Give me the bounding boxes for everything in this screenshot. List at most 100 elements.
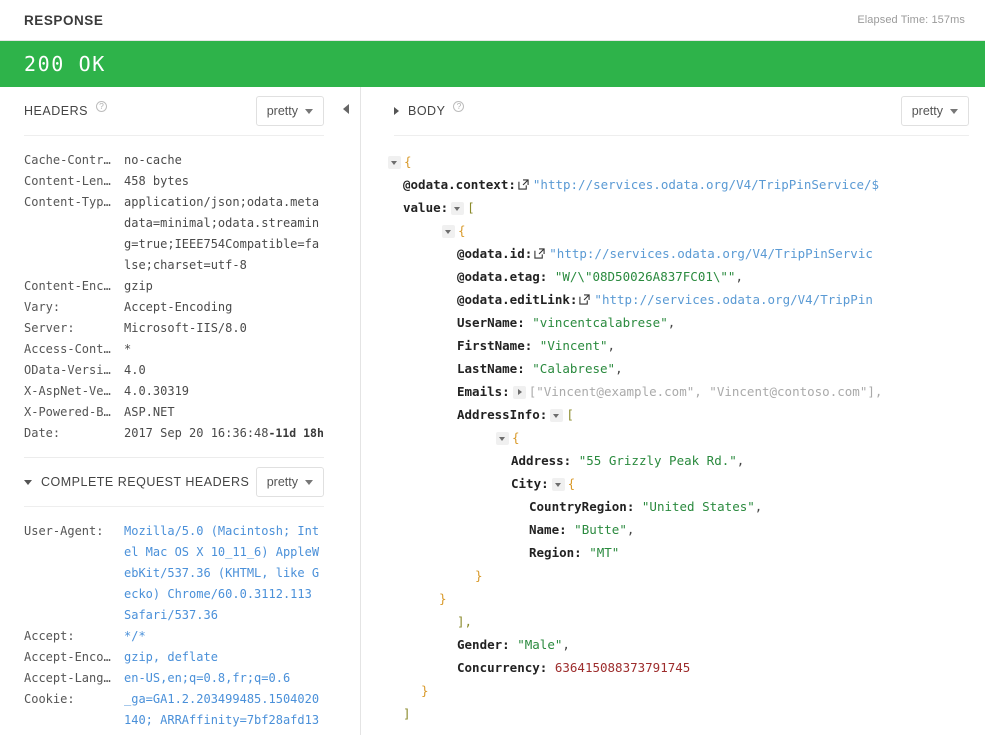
- header-value: no-cache: [124, 153, 182, 167]
- json-open-brace: {: [404, 154, 412, 169]
- json-comma: ,: [735, 269, 743, 284]
- json-value-concurrency: 636415088373791745: [554, 660, 691, 675]
- json-toggle-addressinfo[interactable]: [550, 409, 564, 422]
- json-open-bracket-value: [: [467, 200, 475, 215]
- json-value-odata-editlink[interactable]: "http://services.odata.org/V4/TripPin: [594, 292, 872, 307]
- header-row: Server: Microsoft-IIS/8.0: [24, 318, 337, 339]
- json-line-city: City: {: [385, 472, 985, 495]
- header-key: Vary:: [24, 300, 61, 314]
- json-toggle-item[interactable]: [442, 225, 455, 238]
- request-header-row: Accept-Lang… en-US,en;q=0.8,fr;q=0.6: [24, 668, 337, 689]
- request-header-value: en-US,en;q=0.8,fr;q=0.6: [124, 671, 291, 685]
- header-key: Content-Typ…: [24, 195, 111, 209]
- headers-format-dropdown[interactable]: pretty: [255, 96, 324, 126]
- header-key: OData-Versi…: [24, 363, 111, 377]
- header-row: Content-Enc… gzip: [24, 276, 337, 297]
- json-key-username: UserName:: [457, 315, 525, 330]
- header-key: Cache-Contr…: [24, 153, 111, 167]
- header-row: X-Powered-B… ASP.NET: [24, 402, 337, 423]
- request-header-value: gzip, deflate: [124, 650, 218, 664]
- status-banner: 200 OK: [0, 41, 985, 87]
- request-header-row: Cookie: _ga=GA1.2.203499485.1504020140; …: [24, 689, 337, 735]
- headers-format-label: pretty: [266, 104, 298, 118]
- chevron-down-icon: [305, 108, 313, 114]
- elapsed-time-label: Elapsed Time: 157ms: [857, 14, 965, 26]
- json-key-odata-editlink: @odata.editLink:: [457, 292, 578, 307]
- body-title: BODY: [408, 104, 446, 118]
- json-item-open-brace: {: [458, 223, 466, 238]
- response-viewer: RESPONSE Elapsed Time: 157ms 200 OK HEAD…: [0, 0, 985, 735]
- header-key: Access-Cont…: [24, 342, 111, 356]
- json-toggle-emails[interactable]: [512, 386, 526, 399]
- body-format-dropdown[interactable]: pretty: [900, 96, 969, 126]
- json-toggle-root[interactable]: [388, 156, 401, 169]
- json-value-countryregion: "United States": [641, 499, 755, 514]
- json-line-region: Region: "MT": [385, 541, 985, 564]
- json-key-gender: Gender:: [457, 637, 510, 652]
- request-headers-format-dropdown[interactable]: pretty: [255, 467, 324, 497]
- date-relative: -11d 18h: [268, 426, 324, 440]
- header-value: 458 bytes: [124, 174, 190, 188]
- json-line-odata-etag: @odata.etag: "W/\"08D50026A837FC01\"",: [385, 265, 985, 288]
- json-key-addressinfo: AddressInfo:: [457, 407, 548, 422]
- request-header-value: _ga=GA1.2.203499485.1504020140; ARRAffin…: [124, 692, 320, 735]
- request-header-key: Accept:: [24, 629, 75, 643]
- header-key: X-Powered-B…: [24, 405, 111, 419]
- header-row: Cache-Contr… no-cache: [24, 150, 337, 171]
- json-key-firstname: FirstName:: [457, 338, 533, 353]
- header-row-date: Date: 2017 Sep 20 16:36:48-11d 18h: [24, 423, 337, 444]
- json-key-emails: Emails:: [457, 384, 510, 399]
- help-icon[interactable]: ?: [95, 100, 107, 112]
- json-value-username: "vincentcalabrese": [532, 315, 668, 330]
- header-key: Content-Enc…: [24, 279, 111, 293]
- json-value-region: "MT": [589, 545, 620, 560]
- header-row: OData-Versi… 4.0: [24, 360, 337, 381]
- request-header-row: Accept: */*: [24, 626, 337, 647]
- json-line-close-address: }: [385, 587, 985, 610]
- json-line-concurrency: Concurrency: 636415088373791745: [385, 656, 985, 679]
- status-code-text: 200 OK: [24, 52, 106, 76]
- json-value-odata-context[interactable]: "http://services.odata.org/V4/TripPinSer…: [533, 177, 879, 192]
- external-link-icon[interactable]: [518, 179, 529, 190]
- json-key-address: Address:: [511, 453, 572, 468]
- request-header-key: Accept-Enco…: [24, 650, 111, 664]
- chevron-down-icon[interactable]: [24, 479, 32, 485]
- json-toggle-address-obj[interactable]: [496, 432, 509, 445]
- collapse-left-button[interactable]: [339, 101, 353, 117]
- headers-section-header: HEADERS ? pretty: [0, 87, 345, 135]
- chevron-down-icon: [305, 479, 313, 485]
- json-line-odata-context: @odata.context: "http://services.odata.or…: [385, 173, 985, 196]
- json-comma: ,: [754, 499, 763, 514]
- json-line-address-obj-open: {: [385, 426, 985, 449]
- json-line-close-value: ]: [385, 702, 985, 725]
- request-header-value: */*: [124, 629, 146, 643]
- json-close-address-brace: }: [439, 591, 447, 606]
- json-line-username: UserName: "vincentcalabrese",: [385, 311, 985, 334]
- request-headers-format-label: pretty: [266, 475, 298, 489]
- json-value-odata-id[interactable]: "http://services.odata.org/V4/TripPinSer…: [549, 246, 873, 261]
- external-link-icon[interactable]: [534, 248, 545, 259]
- request-headers-section-header: COMPLETE REQUEST HEADERS pretty: [0, 458, 345, 506]
- json-open-bracket-addressinfo: [: [566, 407, 574, 422]
- request-header-row: Accept-Enco… gzip, deflate: [24, 647, 337, 668]
- date-absolute: 2017 Sep 20 16:36:48: [124, 426, 269, 440]
- json-key-city: City:: [511, 476, 549, 491]
- json-line-odata-id: @odata.id: "http://services.odata.org/V4/…: [385, 242, 985, 265]
- help-icon[interactable]: ?: [453, 100, 465, 112]
- json-toggle-city[interactable]: [551, 478, 565, 491]
- header-row: X-AspNet-Ve… 4.0.30319: [24, 381, 337, 402]
- header-key: Date:: [24, 426, 61, 440]
- json-key-name: Name:: [529, 522, 567, 537]
- json-key-region: Region:: [529, 545, 582, 560]
- header-value: 2017 Sep 20 16:36:48-11d 18h: [124, 423, 324, 444]
- json-key-odata-id: @odata.id:: [457, 246, 533, 261]
- json-toggle-value[interactable]: [451, 202, 465, 215]
- header-row: Access-Cont… *: [24, 339, 337, 360]
- chevron-right-icon[interactable]: [394, 107, 399, 115]
- external-link-icon[interactable]: [579, 294, 591, 305]
- header-value: *: [124, 342, 132, 356]
- request-headers-title: COMPLETE REQUEST HEADERS: [41, 475, 250, 489]
- header-key: Content-Len…: [24, 174, 111, 188]
- json-line-address: Address: "55 Grizzly Peak Rd.",: [385, 449, 985, 472]
- header-key: X-AspNet-Ve…: [24, 384, 111, 398]
